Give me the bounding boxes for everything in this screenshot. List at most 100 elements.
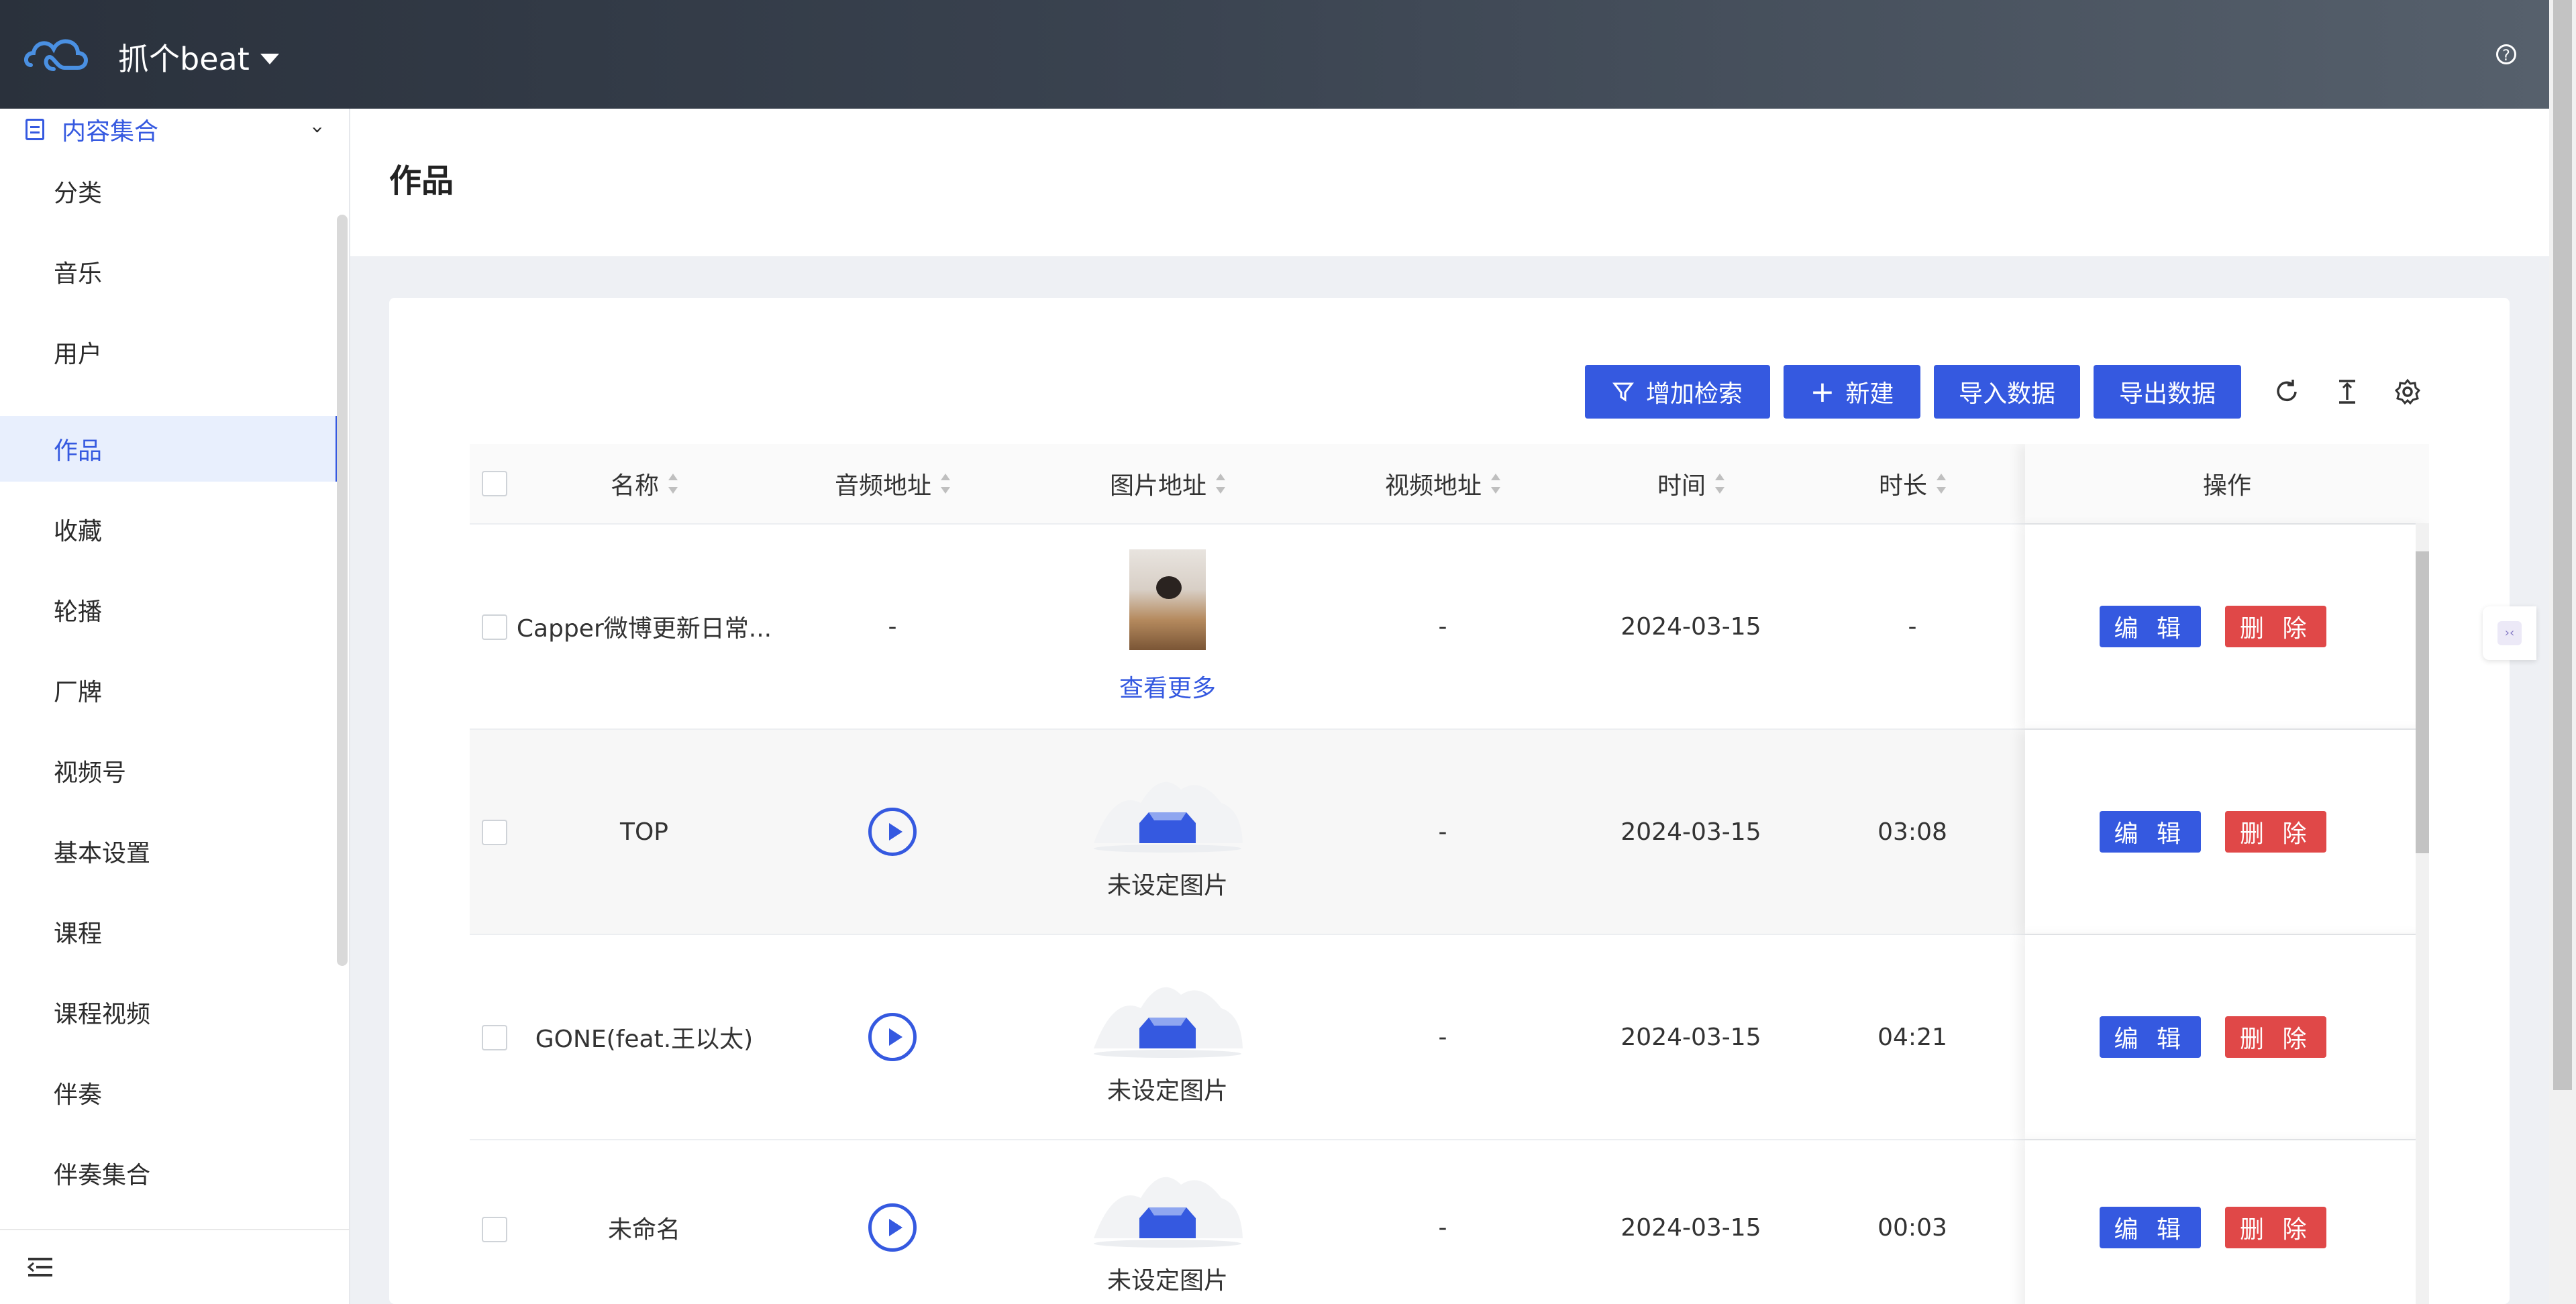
table-row[interactable]: 未命名 未设定图片 - 2024-03-15 00:03 编 辑 删 除 <box>470 1140 2429 1304</box>
delete-button[interactable]: 删 除 <box>2225 1207 2327 1248</box>
sidebar-group-label: 内容集合 <box>62 118 159 146</box>
column-header-image[interactable]: 图片地址 <box>1033 444 1302 523</box>
column-header-actions: 操作 <box>2025 444 2429 523</box>
sidebar-group-content[interactable]: 内容集合 ‹ <box>25 109 329 150</box>
column-header-name[interactable]: 名称 <box>510 444 778 523</box>
cell-name: 未命名 <box>607 1216 680 1244</box>
works-table: 名称 音频地址 图片地址 视频地址 时间 时长 操作 Capper微博更新日常.… <box>470 444 2429 1304</box>
column-title: 时长 <box>1878 472 1927 500</box>
sort-icon[interactable] <box>1715 474 1724 494</box>
cell-actions: 编 辑 删 除 <box>2025 730 2429 934</box>
empty-image-icon <box>1094 781 1243 853</box>
play-icon[interactable] <box>868 808 917 856</box>
row-checkbox[interactable] <box>482 1025 507 1050</box>
settings-gear-icon[interactable] <box>2394 378 2421 405</box>
sidebar-item-label: 伴奏集合 <box>54 1162 151 1189</box>
column-title: 音频地址 <box>834 472 931 500</box>
column-title: 视频地址 <box>1384 472 1482 500</box>
table-header: 名称 音频地址 图片地址 视频地址 时间 时长 操作 <box>470 444 2429 525</box>
sort-icon[interactable] <box>1937 474 1946 494</box>
cell-audio <box>778 730 1007 934</box>
sidebar: 内容集合 ‹ 分类 音乐 用户 作品 收藏 轮播 厂牌 视频号 基本设置 课程 … <box>0 109 350 1304</box>
app-name: 抓个beat <box>118 41 250 77</box>
column-header-duration[interactable]: 时长 <box>1798 444 2026 523</box>
cell-duration: 00:03 <box>1877 1213 1947 1242</box>
sidebar-item-label: 厂牌 <box>54 679 103 706</box>
table-row[interactable]: TOP 未设定图片 - 2024-03-15 03:08 编 辑 删 除 <box>470 730 2429 935</box>
row-height-icon[interactable] <box>2334 378 2361 405</box>
sidebar-item-accompaniment[interactable]: 伴奏 <box>0 1060 339 1126</box>
cell-time: 2024-03-15 <box>1620 612 1761 641</box>
export-button[interactable]: 导出数据 <box>2094 365 2241 419</box>
plus-icon: + <box>1810 374 1835 409</box>
sort-icon[interactable] <box>1216 474 1225 494</box>
refresh-icon[interactable] <box>2273 378 2300 405</box>
sidebar-item-course-videos[interactable]: 课程视频 <box>0 979 339 1045</box>
column-header-audio[interactable]: 音频地址 <box>778 444 1007 523</box>
delete-button[interactable]: 删 除 <box>2225 811 2327 853</box>
edit-button[interactable]: 编 辑 <box>2099 1207 2201 1248</box>
table-row[interactable]: Capper微博更新日常... - 查看更多 - 2024-03-15 - 编 … <box>470 525 2429 730</box>
cover-thumbnail[interactable] <box>1129 549 1206 650</box>
sidebar-item-courses[interactable]: 课程 <box>0 899 339 965</box>
view-more-link[interactable]: 查看更多 <box>1119 669 1216 704</box>
column-header-video[interactable]: 视频地址 <box>1302 444 1584 523</box>
sidebar-scrollbar[interactable] <box>337 215 348 966</box>
edit-button[interactable]: 编 辑 <box>2099 811 2201 853</box>
sidebar-item-favorites[interactable]: 收藏 <box>0 496 339 562</box>
sidebar-item-label: 用户 <box>54 341 103 368</box>
table-row[interactable]: GONE(feat.王以太) 未设定图片 - 2024-03-15 04:21 … <box>470 935 2429 1140</box>
delete-button[interactable]: 删 除 <box>2225 606 2327 647</box>
table-scrollbar-thumb[interactable] <box>2416 551 2429 853</box>
cloud-logo-icon[interactable] <box>24 30 91 78</box>
cell-image: 未设定图片 <box>1033 730 1302 934</box>
import-label: 导入数据 <box>1958 380 2055 408</box>
sort-icon[interactable] <box>668 474 678 494</box>
content-card: 增加检索 + 新建 导入数据 导出数据 名称 音频地址 图片地址 视频地址 时间… <box>389 298 2510 1304</box>
play-icon[interactable] <box>868 1013 917 1061</box>
edit-button[interactable]: 编 辑 <box>2099 1016 2201 1058</box>
sidebar-item-works[interactable]: 作品 <box>0 416 339 482</box>
sidebar-item-music[interactable]: 音乐 <box>0 239 339 305</box>
sidebar-footer <box>0 1229 349 1304</box>
column-header-time[interactable]: 时间 <box>1584 444 1798 523</box>
sidebar-item-carousel[interactable]: 轮播 <box>0 577 339 643</box>
new-button[interactable]: + 新建 <box>1784 365 1920 419</box>
floating-assistant-button[interactable]: ›‹ <box>2483 606 2536 660</box>
column-title: 时间 <box>1657 472 1706 500</box>
sidebar-item-label-brand[interactable]: 厂牌 <box>0 657 339 723</box>
add-filter-button[interactable]: 增加检索 <box>1585 365 1770 419</box>
delete-button[interactable]: 删 除 <box>2225 1016 2327 1058</box>
sidebar-item-category[interactable]: 分类 <box>0 158 339 224</box>
cell-name: Capper微博更新日常... <box>516 615 772 643</box>
sort-icon[interactable] <box>941 474 950 494</box>
cell-duration: 04:21 <box>1877 1023 1947 1051</box>
app-switcher[interactable]: 抓个beat <box>118 35 279 79</box>
edit-button[interactable]: 编 辑 <box>2099 606 2201 647</box>
sidebar-item-label: 视频号 <box>54 759 127 787</box>
row-checkbox[interactable] <box>482 820 507 845</box>
column-title: 操作 <box>2202 472 2251 500</box>
play-icon[interactable] <box>868 1203 917 1252</box>
help-icon[interactable]: ? <box>2496 44 2516 64</box>
page-scrollbar[interactable] <box>2549 0 2576 1304</box>
cell-video: - <box>1438 1213 1447 1242</box>
cell-image: 未设定图片 <box>1033 935 1302 1139</box>
cell-actions: 编 辑 删 除 <box>2025 935 2429 1139</box>
sidebar-item-video-account[interactable]: 视频号 <box>0 738 339 804</box>
no-image-caption: 未设定图片 <box>1106 1077 1228 1105</box>
sidebar-item-users[interactable]: 用户 <box>0 319 339 385</box>
cell-time: 2024-03-15 <box>1620 818 1761 846</box>
cell-audio: - <box>888 612 897 641</box>
sidebar-item-basic-settings[interactable]: 基本设置 <box>0 818 339 884</box>
select-all-checkbox[interactable] <box>482 471 507 496</box>
sort-icon[interactable] <box>1491 474 1500 494</box>
table-scrollbar[interactable] <box>2416 523 2429 1304</box>
import-button[interactable]: 导入数据 <box>1934 365 2080 419</box>
new-label: 新建 <box>1845 380 1894 408</box>
page-scrollbar-thumb[interactable] <box>2553 0 2572 1090</box>
sidebar-item-accompaniment-set[interactable]: 伴奏集合 <box>0 1140 339 1206</box>
row-checkbox[interactable] <box>482 614 507 640</box>
row-checkbox[interactable] <box>482 1217 507 1242</box>
collapse-menu-icon[interactable] <box>27 1257 54 1277</box>
